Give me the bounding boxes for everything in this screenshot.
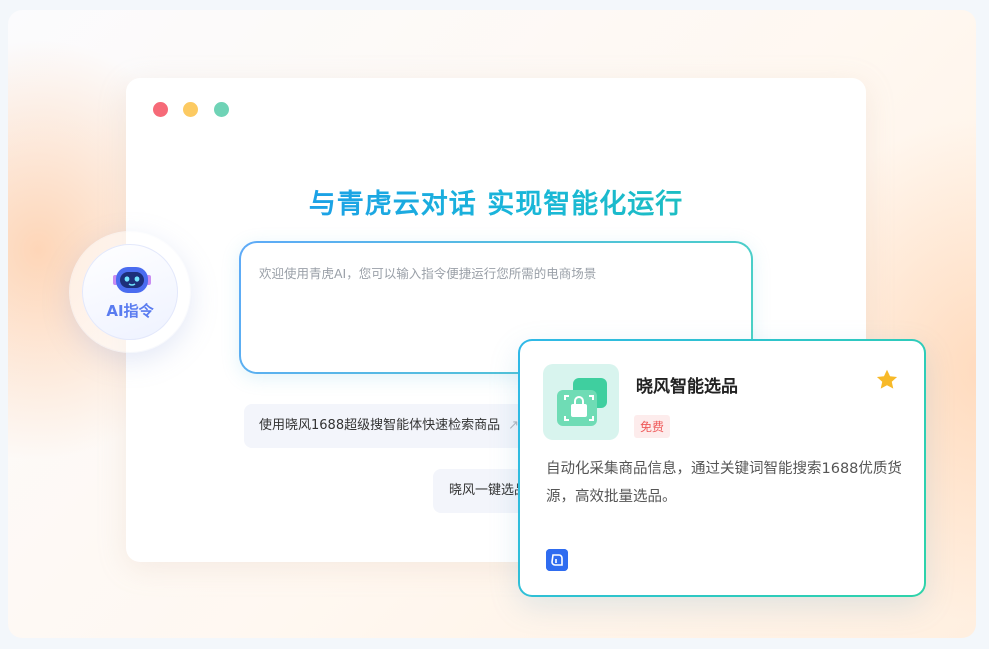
ai-command-button[interactable]: AI指令 [70,232,190,352]
shopping-bag-scan-icon [543,364,619,440]
page-title: 与青虎云对话 实现智能化运行 [126,182,866,221]
prompt-placeholder: 欢迎使用青虎AI，您可以输入指令便捷运行您所需的电商场景 [259,266,597,281]
card-description: 自动化采集商品信息，通过关键词智能搜索1688优质货源，高效批量选品。 [546,461,902,505]
window-minimize-dot [183,102,198,117]
window-maximize-dot [214,102,229,117]
free-badge: 免费 [634,415,671,438]
robot-icon [113,267,151,293]
window-close-dot [153,102,168,117]
ai-command-label: AI指令 [106,302,154,320]
ai-command-inner: AI指令 [82,244,178,340]
star-icon[interactable] [874,367,900,393]
card-title: 晓风智能选品 [636,377,738,397]
suggestion-label: 晓风一键选品 [449,483,528,498]
suggestion-chip-search[interactable]: 使用晓风1688超级搜智能体快速检索商品 ↗ [244,404,544,448]
suggestion-label: 使用晓风1688超级搜智能体快速检索商品 [259,418,501,433]
app-logo-icon [546,549,568,571]
agent-card[interactable]: 晓风智能选品 免费 自动化采集商品信息，通过关键词智能搜索1688优质货源，高效… [518,339,926,597]
